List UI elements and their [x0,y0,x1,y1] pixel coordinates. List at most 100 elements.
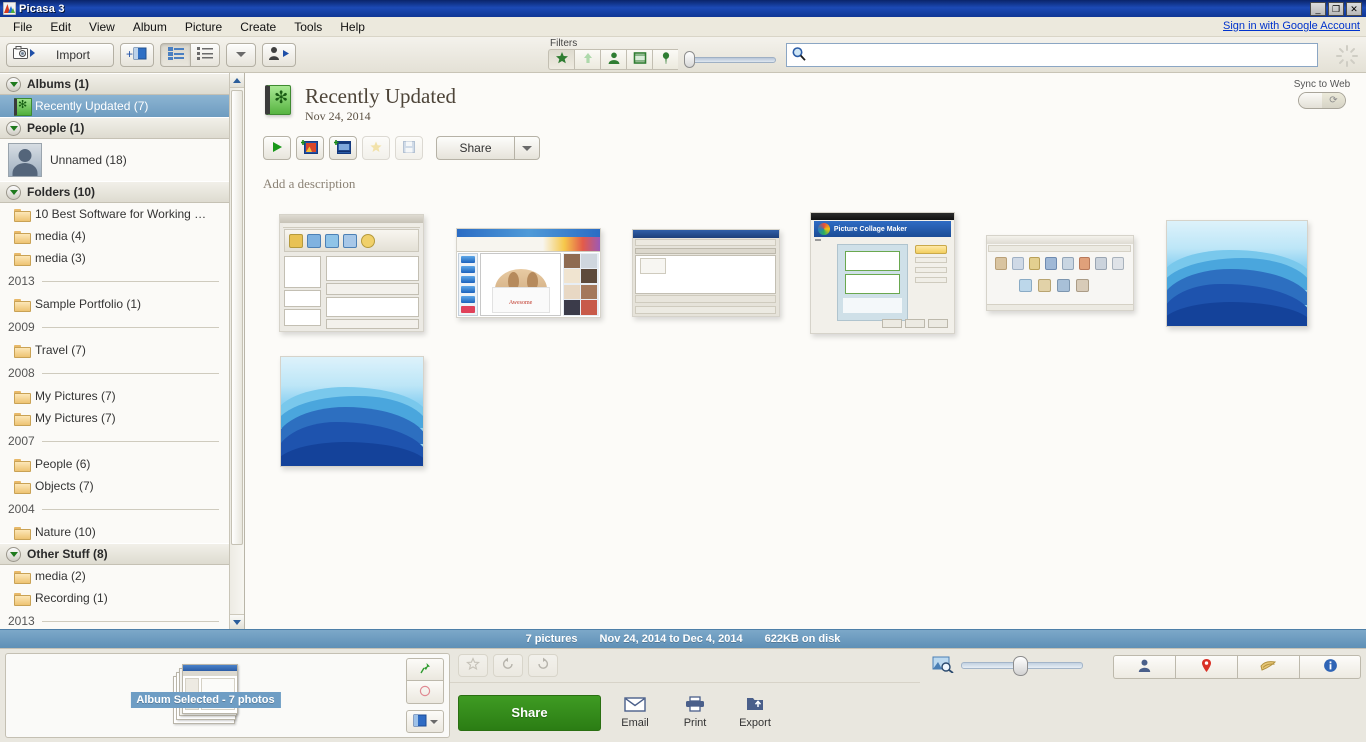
places-view-button[interactable] [1175,655,1237,679]
sidebar-item-my-pictures-a[interactable]: My Pictures (7) [0,385,229,407]
rotate-left-button[interactable] [493,654,523,677]
scrollbar-thumb[interactable] [231,90,243,545]
minimize-button[interactable]: _ [1310,1,1326,16]
share-dropdown-button[interactable] [514,136,540,160]
add-to-album-button[interactable] [406,710,444,733]
sidebar-section-other-stuff[interactable]: Other Stuff (8) [0,543,229,565]
star-filter-button[interactable] [548,49,574,70]
album-description[interactable]: Add a description [245,160,1366,192]
photo-cell[interactable] [263,342,440,480]
hold-tray-button[interactable] [406,658,444,681]
sidebar-item-sample-portfolio[interactable]: Sample Portfolio (1) [0,293,229,315]
zoom-slider[interactable] [961,655,1083,676]
sidebar-item-media-3[interactable]: media (3) [0,247,229,269]
tray-photos[interactable]: Album Selected - 7 photos [6,654,405,737]
thumb-software-dialog[interactable] [279,214,424,332]
search-box[interactable] [786,43,1318,67]
sign-in-link[interactable]: Sign in with Google Account [1223,20,1360,32]
sidebar-item-people-folder[interactable]: People (6) [0,453,229,475]
upload-filter-button[interactable] [574,49,600,70]
photo-tray[interactable]: Album Selected - 7 photos [5,653,450,738]
photo-cell[interactable] [617,204,794,342]
chevron-down-icon[interactable] [6,184,21,200]
geotag-filter-button[interactable] [652,49,678,70]
filter-slider[interactable] [684,51,776,69]
view-options-dropdown[interactable] [226,42,256,67]
sidebar-item-media-2[interactable]: media (2) [0,565,229,587]
thumb-blue-mountains-1[interactable] [1165,219,1308,327]
faces-view-button[interactable] [1113,655,1175,679]
thumb-picture-collage-maker[interactable]: Picture Collage Maker [810,212,955,334]
search-input[interactable] [811,45,1317,65]
sync-toggle[interactable]: ⟳ [1298,92,1346,109]
add-photo-button[interactable] [296,136,324,160]
sidebar-item-travel[interactable]: Travel (7) [0,339,229,361]
zoom-slider-knob[interactable] [1013,655,1028,676]
slideshow-export-button[interactable] [262,42,296,67]
sidebar-item-media-4[interactable]: media (4) [0,225,229,247]
menu-create[interactable]: Create [231,18,285,36]
export-button[interactable]: Export [729,696,781,729]
rotate-right-button[interactable] [528,654,558,677]
movies-filter-button[interactable] [626,49,652,70]
sidebar-scrollbar[interactable] [229,73,244,629]
menu-view[interactable]: View [80,18,124,36]
faces-filter-button[interactable] [600,49,626,70]
chevron-down-icon[interactable] [6,120,21,136]
star-album-button[interactable] [362,136,390,160]
menu-album[interactable]: Album [124,18,176,36]
photo-cell[interactable]: Awesome [440,204,617,342]
photo-cell[interactable] [263,204,440,342]
scroll-up-button[interactable] [230,73,244,88]
photo-cell[interactable]: Picture Collage Maker [794,204,971,342]
sidebar-section-people[interactable]: People (1) [0,117,229,139]
save-button[interactable] [395,136,423,160]
menu-file[interactable]: File [4,18,41,36]
filters-label: Filters [550,38,578,49]
star-photo-button[interactable] [458,654,488,677]
sidebar-item-recording[interactable]: Recording (1) [0,587,229,609]
thumb-icon-panel-window[interactable] [985,235,1134,311]
tags-view-button[interactable] [1237,655,1299,679]
list-view-button[interactable] [160,42,190,67]
chevron-down-icon[interactable] [6,546,21,562]
menu-tools[interactable]: Tools [285,18,331,36]
thumb-blue-mountains-2[interactable] [279,355,424,467]
scroll-down-button[interactable] [230,614,244,629]
filter-slider-knob[interactable] [684,51,695,68]
menu-help[interactable]: Help [331,18,374,36]
photo-cell[interactable] [971,204,1148,342]
share-big-button[interactable]: Share [458,694,601,731]
close-button[interactable]: ✕ [1346,1,1362,16]
chevron-down-icon [429,719,438,724]
photo-cell[interactable] [1148,204,1325,342]
sidebar-section-folders[interactable]: Folders (10) [0,181,229,203]
restore-button[interactable]: ❐ [1328,1,1344,16]
sidebar-item-recently-updated[interactable]: Recently Updated (7) [0,95,229,117]
sidebar-section-albums[interactable]: Albums (1) [0,73,229,95]
sidebar-item-unnamed[interactable]: Unnamed (18) [0,139,229,181]
menu-edit[interactable]: Edit [41,18,80,36]
add-movie-button[interactable] [329,136,357,160]
scrollbar-gutter[interactable] [230,88,244,614]
detail-view-button[interactable] [190,42,220,67]
menu-bar: File Edit View Album Picture Create Tool… [0,17,1366,37]
thumb-photo-editor-dog[interactable]: Awesome [456,228,601,318]
play-slideshow-button[interactable] [263,136,291,160]
sidebar-item-objects[interactable]: Objects (7) [0,475,229,497]
menu-picture[interactable]: Picture [176,18,231,36]
clear-tray-button[interactable] [406,681,444,704]
share-button[interactable]: Share [436,136,514,160]
tray-selection-badge: Album Selected - 7 photos [130,692,281,708]
add-album-button[interactable]: + [120,42,154,67]
chevron-down-icon[interactable] [6,76,21,92]
print-button[interactable]: Print [669,696,721,729]
properties-button[interactable] [1299,655,1361,679]
sidebar-item-10-best-software[interactable]: 10 Best Software for Working … [0,203,229,225]
sidebar-item-my-pictures-b[interactable]: My Pictures (7) [0,407,229,429]
import-button[interactable]: Import [6,42,114,67]
thumb-file-list-window[interactable] [631,229,780,317]
email-button[interactable]: Email [609,696,661,729]
sidebar-item-nature[interactable]: Nature (10) [0,521,229,543]
sync-to-web[interactable]: Sync to Web ⟳ [1288,79,1356,109]
